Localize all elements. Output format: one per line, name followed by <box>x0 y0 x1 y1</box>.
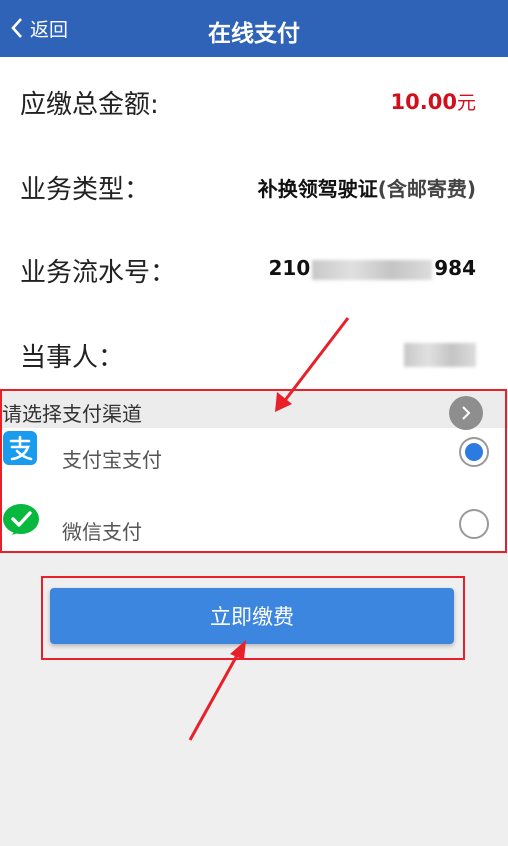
party-row: 当事人： <box>0 323 508 383</box>
payment-channel-label: 请选择支付渠道 <box>2 402 142 426</box>
amount-number: 10.00 <box>390 90 457 114</box>
payment-option-wechat[interactable]: 微信支付 <box>0 500 508 560</box>
wechat-icon <box>2 501 40 539</box>
amount-unit: 元 <box>456 92 476 114</box>
serial-number-row: 业务流水号： 210 984 <box>0 238 508 298</box>
wechat-radio[interactable] <box>459 509 489 539</box>
payment-info-panel: 应缴总金额: 10.00元 业务类型： 补换领驾驶证(含邮寄费) 业务流水号： … <box>0 57 508 391</box>
business-type-note: (含邮寄费) <box>377 177 476 201</box>
business-type-name: 补换领驾驶证 <box>257 177 378 201</box>
business-type-label: 业务类型： <box>20 175 151 205</box>
alipay-radio[interactable] <box>459 437 489 467</box>
party-name-redacted <box>404 342 476 367</box>
party-label: 当事人： <box>20 343 125 373</box>
payment-channel-section: 请选择支付渠道 支付宝支付 微信支付 <box>0 390 508 552</box>
serial-number-value: 210 984 <box>269 256 477 280</box>
serial-number-suffix: 984 <box>434 256 476 280</box>
amount-label: 应缴总金额: <box>20 90 159 120</box>
payment-option-alipay[interactable]: 支付宝支付 <box>0 428 508 488</box>
annotation-arrow-bottom <box>188 640 246 741</box>
business-type-value: 补换领驾驶证(含邮寄费) <box>258 173 476 202</box>
page-title: 在线支付 <box>208 21 300 47</box>
serial-number-redacted <box>312 259 433 280</box>
payment-channel-header[interactable]: 请选择支付渠道 <box>0 390 508 430</box>
serial-number-prefix: 210 <box>268 256 311 280</box>
wechat-label: 微信支付 <box>62 520 142 544</box>
amount-row: 应缴总金额: 10.00元 <box>0 70 508 130</box>
serial-number-label: 业务流水号： <box>20 258 177 288</box>
amount-value: 10.00元 <box>391 88 476 115</box>
business-type-row: 业务类型： 补换领驾驶证(含邮寄费) <box>0 155 508 215</box>
pay-now-button[interactable]: 立即缴费 <box>50 588 454 644</box>
party-value <box>404 341 476 367</box>
chevron-right-icon[interactable] <box>449 396 483 430</box>
alipay-icon <box>3 431 37 465</box>
alipay-label: 支付宝支付 <box>62 448 162 472</box>
app-header: 返回 在线支付 <box>0 0 508 57</box>
